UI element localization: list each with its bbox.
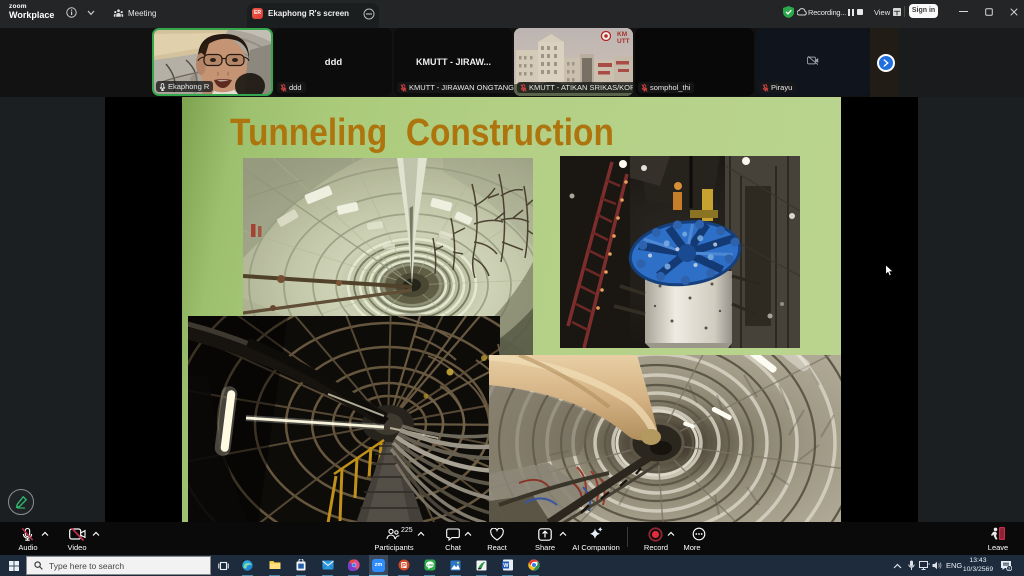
svg-text:KM: KM: [617, 31, 627, 38]
svg-text:W: W: [503, 563, 509, 569]
svg-text:UTT: UTT: [617, 38, 630, 45]
svg-text:P: P: [402, 563, 406, 569]
svg-text:LINE: LINE: [427, 563, 434, 567]
svg-text:3: 3: [1008, 567, 1010, 571]
